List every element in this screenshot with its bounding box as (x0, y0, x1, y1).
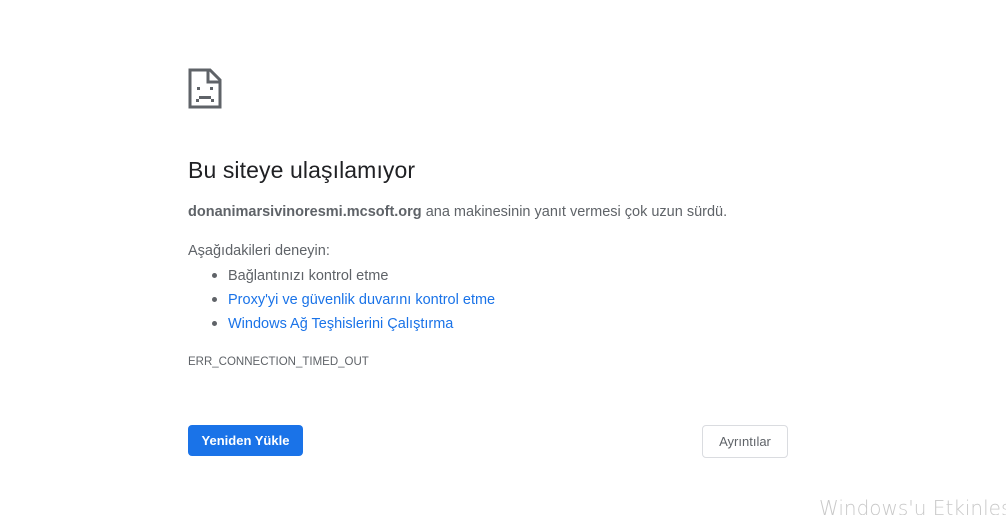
activation-watermark: Windows'u Etkinleştir (819, 496, 1006, 515)
reload-button[interactable]: Yeniden Yükle (188, 425, 303, 456)
suggestion-label: Bağlantınızı kontrol etme (228, 268, 389, 284)
bullet-icon (212, 321, 217, 326)
summary-text: ana makinesinin yanıt vermesi çok uzun s… (421, 204, 728, 220)
suggestion-network-diagnostics: Windows Ağ Teşhislerini Çalıştırma (188, 313, 495, 337)
page-title: Bu siteye ulaşılamıyor (188, 157, 416, 183)
bullet-icon (212, 273, 217, 278)
suggestion-check-proxy: Proxy'yi ve güvenlik duvarını kontrol et… (188, 289, 495, 313)
details-button[interactable]: Ayrıntılar (702, 425, 788, 458)
sad-document-icon (188, 68, 222, 109)
error-code: ERR_CONNECTION_TIMED_OUT (188, 356, 369, 368)
network-diagnostics-link[interactable]: Windows Ağ Teşhislerini Çalıştırma (228, 316, 453, 332)
bullet-icon (212, 297, 217, 302)
error-page: Bu siteye ulaşılamıyor donanimarsivinore… (0, 0, 1006, 515)
error-summary: donanimarsivinoresmi.mcsoft.org ana maki… (188, 204, 727, 220)
watermark-container: Windows'u Etkinleştir (0, 0, 1006, 515)
proxy-firewall-link[interactable]: Proxy'yi ve güvenlik duvarını kontrol et… (228, 292, 495, 308)
suggestions-heading: Aşağıdakileri deneyin: (188, 243, 330, 259)
suggestions-list: Bağlantınızı kontrol etme Proxy'yi ve gü… (188, 265, 495, 337)
suggestion-check-connection: Bağlantınızı kontrol etme (188, 265, 495, 289)
host-name: donanimarsivinoresmi.mcsoft.org (188, 204, 422, 220)
